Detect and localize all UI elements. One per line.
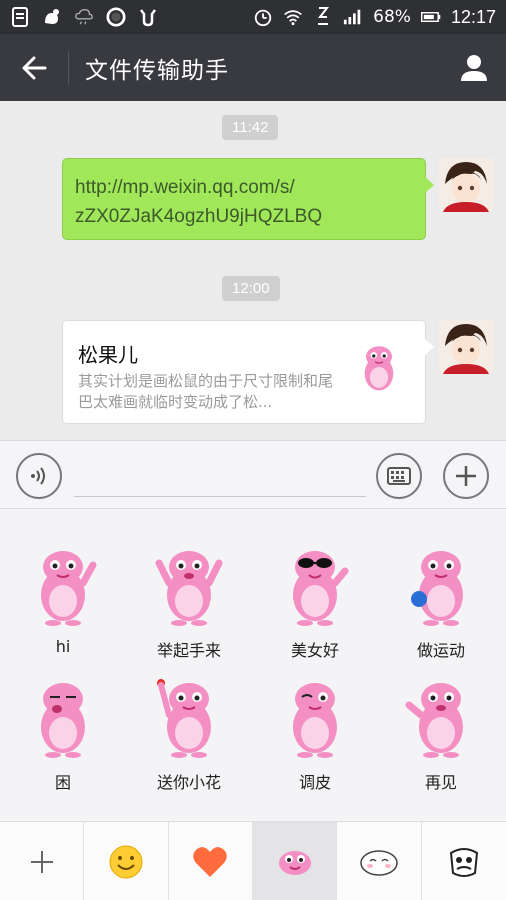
battery-percent: 68% xyxy=(373,7,411,27)
back-button[interactable] xyxy=(0,34,68,101)
sticker-image xyxy=(293,551,349,626)
sticker-image xyxy=(157,679,211,758)
sticker-pack-icon xyxy=(278,850,311,875)
sticker-label: 困 xyxy=(54,773,71,792)
more-button[interactable] xyxy=(443,453,489,499)
link-text-line1[interactable]: http://mp.weixin.qq.com/s/ xyxy=(75,173,413,202)
avatar[interactable] xyxy=(439,320,493,374)
signal-icon xyxy=(343,7,363,27)
heart-icon xyxy=(193,846,228,877)
sticker-image xyxy=(41,551,97,626)
sticker-item[interactable]: 美女好 xyxy=(265,543,365,663)
battery-icon xyxy=(420,7,441,27)
sticker-label: 举起手来 xyxy=(156,641,221,660)
title-bar: 文件传输助手 xyxy=(0,34,506,101)
timestamp: 12:00 xyxy=(222,276,280,301)
sticker-panel: hi 举起手来 美女好 做运动 困 送你小花 调皮 再见 xyxy=(0,509,506,842)
sticker-label: 做运动 xyxy=(416,641,465,660)
page-title: 文件传输助手 xyxy=(85,57,229,84)
keyboard-button[interactable] xyxy=(376,453,422,499)
tab-sticker-pack-face[interactable] xyxy=(422,822,506,900)
bun-face-icon xyxy=(360,849,398,876)
input-bar xyxy=(0,440,506,509)
meme-face-icon xyxy=(449,847,478,877)
card-description: 其实计划是画松鼠的由于尺寸限制和尾巴太难画就临时变动成了松... xyxy=(78,372,334,411)
keyboard-icon xyxy=(387,467,411,485)
tab-add-sticker[interactable] xyxy=(0,822,85,900)
emoji-tab-bar xyxy=(0,821,506,900)
smile-icon xyxy=(109,845,143,878)
sticker-item[interactable]: 送你小花 xyxy=(139,675,239,795)
sticker-image xyxy=(411,551,463,626)
tab-sticker-pack-pink[interactable] xyxy=(252,822,338,900)
tab-sticker-pack-bun[interactable] xyxy=(337,822,422,900)
sticker-item[interactable]: 举起手来 xyxy=(139,543,239,663)
person-icon xyxy=(461,54,487,81)
sticker-item[interactable]: hi xyxy=(13,543,113,663)
timestamp: 11:42 xyxy=(222,115,279,140)
chat-info-button[interactable] xyxy=(442,34,506,101)
data-transfer-icon xyxy=(313,7,333,27)
voice-button[interactable] xyxy=(16,453,62,499)
sticker-image xyxy=(293,683,337,758)
title-divider xyxy=(68,50,69,85)
sticker-image xyxy=(155,551,223,626)
voice-icon xyxy=(31,467,45,485)
arrow-left-icon xyxy=(22,56,47,79)
message-article-card[interactable]: 松果儿 其实计划是画松鼠的由于尺寸限制和尾巴太难画就临时变动成了松... xyxy=(62,320,434,424)
sticker-image xyxy=(405,683,463,758)
cloud-rain-icon xyxy=(74,7,94,27)
sticker-label: 送你小花 xyxy=(156,773,221,792)
status-bar: 68% 12:17 xyxy=(0,0,506,34)
sticker-item[interactable]: 做运动 xyxy=(391,543,491,663)
chat-area[interactable]: 11:42 http://mp.weixin.qq.com/s/ zZX0ZJa… xyxy=(0,101,506,440)
tab-favorites[interactable] xyxy=(169,822,253,900)
tab-emoji[interactable] xyxy=(84,822,169,900)
avatar[interactable] xyxy=(439,158,493,212)
squirrel-icon xyxy=(42,7,62,27)
link-text-line2[interactable]: zZX0ZJaK4ogzhU9jHQZLBQ xyxy=(75,202,413,231)
document-icon xyxy=(10,7,30,27)
message-link-bubble[interactable]: http://mp.weixin.qq.com/s/ zZX0ZJaK4ogzh… xyxy=(62,158,434,240)
alarm-icon xyxy=(253,7,273,27)
plus-icon xyxy=(456,466,476,486)
card-title: 松果儿 xyxy=(78,343,138,367)
clock: 12:17 xyxy=(450,6,496,27)
sticker-item[interactable]: 调皮 xyxy=(265,675,365,795)
card-thumbnail xyxy=(364,346,394,391)
ring-icon xyxy=(106,7,126,27)
plus-icon xyxy=(30,850,53,873)
sticker-image xyxy=(41,683,85,758)
sticker-label: 美女好 xyxy=(290,641,339,660)
message-input[interactable] xyxy=(74,461,366,497)
sticker-item[interactable]: 困 xyxy=(13,675,113,795)
sticker-label: 再见 xyxy=(424,773,457,792)
sticker-label: 调皮 xyxy=(298,773,331,792)
sticker-label: hi xyxy=(55,637,71,656)
ox-icon xyxy=(138,7,158,27)
sticker-item[interactable]: 再见 xyxy=(391,675,491,795)
wifi-icon xyxy=(283,7,303,27)
